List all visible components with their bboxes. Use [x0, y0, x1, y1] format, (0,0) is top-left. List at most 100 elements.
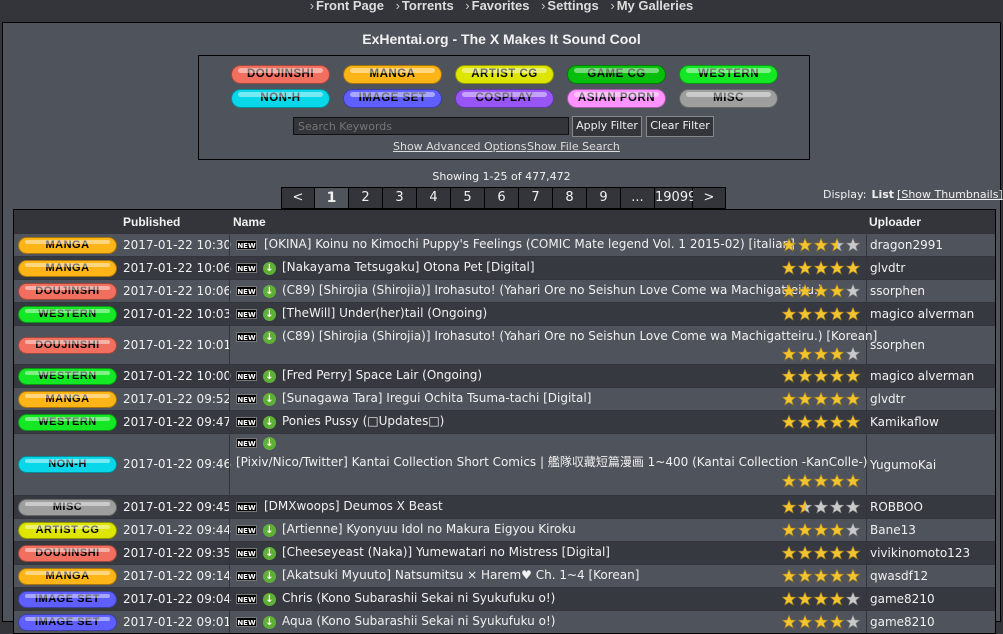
- uploader-link[interactable]: magico alverman: [870, 307, 974, 321]
- page-19099-button[interactable]: 19099: [655, 187, 696, 209]
- show-thumbnails-link[interactable]: [Show Thumbnails]: [897, 188, 1003, 201]
- gallery-title-link[interactable]: [Artienne] Kyonyuu Idol no Makura Eigyou…: [282, 522, 576, 536]
- category-badge[interactable]: NON-H: [18, 456, 117, 473]
- page-4-button[interactable]: 4: [417, 187, 451, 209]
- uploader-link[interactable]: ssorphen: [870, 338, 925, 352]
- table-row[interactable]: MISC 2017-01-22 09:45 NEW [DMXwoops] Deumos…: [14, 495, 995, 518]
- category-badge[interactable]: MISC: [18, 499, 117, 516]
- torrent-download-icon[interactable]: ↓: [263, 308, 276, 321]
- gallery-title-link[interactable]: [Pixiv/Nico/Twitter] Kantai Collection S…: [236, 453, 867, 470]
- category-badge[interactable]: DOUJINSHI: [18, 545, 117, 562]
- uploader-link[interactable]: game8210: [870, 615, 935, 629]
- uploader-link[interactable]: ROBBOO: [870, 500, 923, 514]
- torrent-download-icon[interactable]: ↓: [263, 437, 276, 450]
- category-asian-porn-button[interactable]: ASIAN PORN: [567, 89, 666, 108]
- gallery-title-link[interactable]: [TheWill] Under(her)tail (Ongoing): [282, 306, 487, 320]
- table-row[interactable]: MANGA 2017-01-22 10:06 NEW ↓ [Nakayama Tetsu…: [14, 256, 995, 279]
- uploader-link[interactable]: game8210: [870, 592, 935, 606]
- table-row[interactable]: DOUJINSHI 2017-01-22 10:01 NEW ↓ (C89) [Shir…: [14, 325, 995, 364]
- category-game-cg-button[interactable]: GAME CG: [567, 65, 666, 84]
- category-badge[interactable]: ARTIST CG: [18, 522, 117, 539]
- category-badge[interactable]: MANGA: [18, 260, 117, 277]
- uploader-link[interactable]: glvdtr: [870, 261, 905, 275]
- page-3-button[interactable]: 3: [383, 187, 417, 209]
- torrent-download-icon[interactable]: ↓: [263, 262, 276, 275]
- category-badge[interactable]: WESTERN: [18, 414, 117, 431]
- uploader-link[interactable]: YugumoKai: [870, 458, 936, 472]
- search-input[interactable]: [293, 117, 569, 135]
- uploader-link[interactable]: qwasdf12: [870, 569, 928, 583]
- gallery-title-link[interactable]: [Cheeseyeast (Naka)] Yumewatari no Mistr…: [282, 545, 610, 559]
- uploader-link[interactable]: ssorphen: [870, 284, 925, 298]
- apply-filter-button[interactable]: Apply Filter: [572, 116, 642, 137]
- category-badge[interactable]: MANGA: [18, 391, 117, 408]
- uploader-link[interactable]: Bane13: [870, 523, 916, 537]
- gallery-title-link[interactable]: [OKINA] Koinu no Kimochi Puppy's Feeling…: [264, 237, 795, 251]
- page-9-button[interactable]: 9: [587, 187, 621, 209]
- torrent-download-icon[interactable]: ↓: [263, 331, 276, 344]
- gallery-title-link[interactable]: (C89) [Shirojia (Shirojia)] Irohasuto! (…: [282, 329, 877, 343]
- table-row[interactable]: WESTERN 2017-01-22 09:47 NEW ↓ Ponies Pussy …: [14, 410, 995, 433]
- uploader-link[interactable]: vivikinomoto123: [870, 546, 970, 560]
- torrent-download-icon[interactable]: ↓: [263, 393, 276, 406]
- page-2-button[interactable]: 2: [349, 187, 383, 209]
- nav-settings[interactable]: Settings: [541, 0, 598, 12]
- category-western-button[interactable]: WESTERN: [679, 65, 778, 84]
- nav-my-galleries[interactable]: My Galleries: [610, 0, 694, 12]
- category-non-h-button[interactable]: NON-H: [231, 89, 330, 108]
- category-badge[interactable]: DOUJINSHI: [18, 337, 117, 354]
- gallery-title-link[interactable]: [Akatsuki Myuuto] Natsumitsu × Harem♥ Ch…: [282, 568, 639, 582]
- gallery-title-link[interactable]: [Fred Perry] Space Lair (Ongoing): [282, 368, 482, 382]
- column-uploader[interactable]: Uploader: [869, 215, 921, 229]
- page-8-button[interactable]: 8: [553, 187, 587, 209]
- page-5-button[interactable]: 5: [451, 187, 485, 209]
- torrent-download-icon[interactable]: ↓: [263, 570, 276, 583]
- table-row[interactable]: ARTIST CG 2017-01-22 09:44 NEW ↓ [Artienne] …: [14, 518, 995, 541]
- table-row[interactable]: WESTERN 2017-01-22 10:00 NEW ↓ [Fred Perry] …: [14, 364, 995, 387]
- table-row[interactable]: IMAGE SET 2017-01-22 09:04 NEW ↓ Chris (Kono…: [14, 587, 995, 610]
- torrent-download-icon[interactable]: ↓: [263, 547, 276, 560]
- next-page-button[interactable]: >: [693, 187, 726, 209]
- category-badge[interactable]: IMAGE SET: [18, 591, 117, 608]
- gallery-title-link[interactable]: Chris (Kono Subarashii Sekai ni Syukufuk…: [282, 591, 555, 605]
- torrent-download-icon[interactable]: ↓: [263, 524, 276, 537]
- category-badge[interactable]: WESTERN: [18, 368, 117, 385]
- gallery-title-link[interactable]: Ponies Pussy (□Updates□): [282, 414, 444, 428]
- table-row[interactable]: IMAGE SET 2017-01-22 09:01 NEW ↓ Aqua (Kono …: [14, 610, 995, 633]
- category-cosplay-button[interactable]: COSPLAY: [455, 89, 554, 108]
- nav-torrents[interactable]: Torrents: [396, 0, 454, 12]
- uploader-link[interactable]: dragon2991: [870, 238, 943, 252]
- torrent-download-icon[interactable]: ↓: [263, 593, 276, 606]
- gallery-title-link[interactable]: (C89) [Shirojia (Shirojia)] Irohasuto! (…: [282, 283, 823, 297]
- nav-favorites[interactable]: Favorites: [465, 0, 530, 12]
- category-badge[interactable]: IMAGE SET: [18, 614, 117, 631]
- page-1-button[interactable]: 1: [315, 187, 349, 209]
- page-6-button[interactable]: 6: [485, 187, 519, 209]
- category-badge[interactable]: MANGA: [18, 568, 117, 585]
- column-name[interactable]: Name: [233, 215, 266, 229]
- table-row[interactable]: MANGA 2017-01-22 10:30 NEW [OKINA] Koinu no…: [14, 233, 995, 256]
- category-doujinshi-button[interactable]: DOUJINSHI: [231, 65, 330, 84]
- uploader-link[interactable]: glvdtr: [870, 392, 905, 406]
- table-row[interactable]: DOUJINSHI 2017-01-22 09:35 NEW ↓ [Cheeseyeas…: [14, 541, 995, 564]
- category-badge[interactable]: DOUJINSHI: [18, 283, 117, 300]
- gallery-title-link[interactable]: [Nakayama Tetsugaku] Otona Pet [Digital]: [282, 260, 535, 274]
- category-artist-cg-button[interactable]: ARTIST CG: [455, 65, 554, 84]
- category-badge[interactable]: WESTERN: [18, 306, 117, 323]
- prev-page-button[interactable]: <: [281, 187, 315, 209]
- category-misc-button[interactable]: MISC: [679, 89, 778, 108]
- advanced-options-link[interactable]: Show Advanced Options: [393, 140, 526, 153]
- gallery-title-link[interactable]: [DMXwoops] Deumos X Beast: [264, 499, 443, 513]
- gallery-title-link[interactable]: [Sunagawa Tara] Iregui Ochita Tsuma-tach…: [282, 391, 591, 405]
- nav-front-page[interactable]: Front Page: [310, 0, 384, 12]
- torrent-download-icon[interactable]: ↓: [263, 616, 276, 629]
- torrent-download-icon[interactable]: ↓: [263, 285, 276, 298]
- column-published[interactable]: Published: [123, 215, 180, 229]
- table-row[interactable]: MANGA 2017-01-22 09:14 NEW ↓ [Akatsuki Myuut…: [14, 564, 995, 587]
- table-row[interactable]: MANGA 2017-01-22 09:52 NEW ↓ [Sunagawa Tara]…: [14, 387, 995, 410]
- table-row[interactable]: WESTERN 2017-01-22 10:03 NEW ↓ [TheWill] Und…: [14, 302, 995, 325]
- uploader-link[interactable]: Kamikaflow: [870, 415, 939, 429]
- category-manga-button[interactable]: MANGA: [343, 65, 442, 84]
- clear-filter-button[interactable]: Clear Filter: [646, 116, 714, 137]
- gallery-title-link[interactable]: Aqua (Kono Subarashii Sekai ni Syukufuku…: [282, 614, 555, 628]
